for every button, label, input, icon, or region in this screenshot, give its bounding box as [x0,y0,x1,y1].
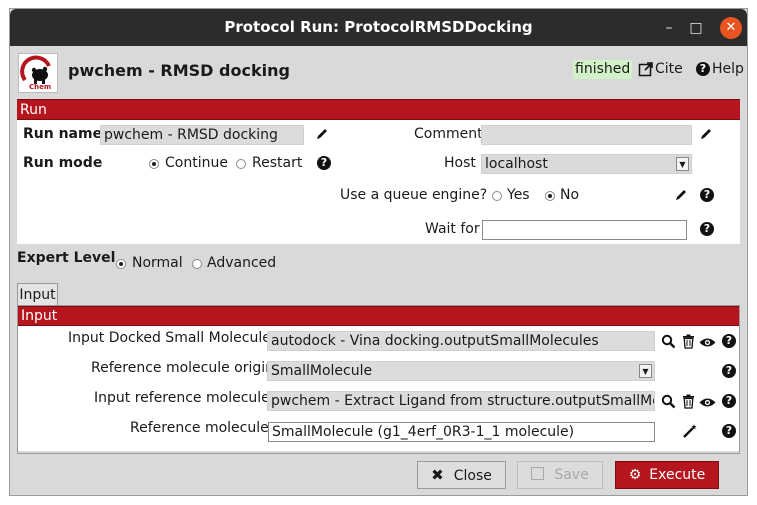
reference-origin-value: SmallMolecule [271,363,373,379]
input-section-header: Input [18,306,739,326]
eye-icon[interactable] [699,336,716,352]
expert-advanced-radio[interactable] [192,259,202,269]
save-button[interactable]: Save [517,461,603,489]
queue-yes-radio[interactable] [492,191,502,201]
host-value: localhost [485,156,548,172]
run-mode-help-icon[interactable]: ? [317,156,331,170]
wait-for-field[interactable] [482,220,687,240]
title-bar[interactable]: Protocol Run: ProtocolRMSDDocking – □ ✕ [10,9,747,46]
maximize-icon[interactable]: □ [685,17,707,39]
protocol-run-window: Protocol Run: ProtocolRMSDDocking – □ ✕ … [9,8,748,496]
magic-wand-icon[interactable] [682,423,698,443]
help-link[interactable]: Help [712,61,744,77]
tab-input[interactable]: Input [17,283,58,306]
queue-help-icon[interactable]: ? [700,188,714,202]
wait-for-help-icon[interactable]: ? [700,222,714,236]
expert-normal-radio[interactable] [116,259,126,269]
help-link-icon[interactable]: ? [696,62,710,76]
edit-run-name-pencil-icon[interactable] [315,127,329,145]
eye-icon[interactable] [699,396,716,412]
cite-link[interactable]: Cite [655,61,683,77]
chevron-down-icon[interactable]: ▼ [639,364,652,378]
logo-text: Chem [29,83,52,91]
reference-molecules-help-icon[interactable]: ? [722,394,736,408]
run-mode-label: Run mode [23,155,103,171]
status-badge: finished [573,60,633,79]
expert-level-label: Expert Level [17,250,116,266]
save-button-label: Save [554,467,589,483]
reference-molecules-field[interactable]: pwchem - Extract Ligand from structure.o… [267,391,655,411]
host-label: Host [444,155,476,171]
close-button[interactable]: ✖ Close [417,461,506,489]
cogs-icon: ⚙ [628,467,642,483]
expert-advanced-label[interactable]: Advanced [207,255,276,271]
run-name-label: Run name [23,126,103,142]
edit-queue-pencil-icon[interactable] [674,188,688,206]
execute-button[interactable]: ⚙ Execute [615,461,719,489]
queue-no-label[interactable]: No [560,187,579,203]
close-window-icon[interactable]: ✕ [720,17,742,39]
search-icon[interactable] [661,334,676,353]
expert-normal-label[interactable]: Normal [132,255,183,271]
run-mode-restart-radio[interactable] [236,159,246,169]
queue-engine-label: Use a queue engine? [340,187,488,203]
trash-icon[interactable] [682,394,695,413]
window-title: Protocol Run: ProtocolRMSDDocking [224,18,533,36]
floppy-disk-icon [531,467,545,480]
protocol-title: pwchem - RMSD docking [68,61,290,80]
run-mode-continue-radio[interactable] [149,159,159,169]
run-section-header: Run [17,99,740,120]
run-mode-restart-label[interactable]: Restart [252,155,302,171]
minimize-icon[interactable]: – [658,17,680,39]
queue-yes-label[interactable]: Yes [507,187,530,203]
chevron-down-icon[interactable]: ▼ [676,157,689,171]
execute-button-label: Execute [649,467,706,483]
docked-molecules-field[interactable]: autodock - Vina docking.outputSmallMolec… [267,331,655,351]
docked-molecules-label: Input Docked Small Molecules: [68,330,283,346]
reference-origin-select[interactable]: SmallMolecule ▼ [267,361,655,381]
queue-no-radio[interactable] [545,191,555,201]
search-icon[interactable] [661,394,676,413]
pwchem-logo: Chem [18,53,58,93]
edit-comment-pencil-icon[interactable] [699,127,713,145]
reference-origin-label: Reference molecule origin: [91,360,279,376]
external-link-icon[interactable] [638,61,654,81]
run-name-field[interactable]: pwchem - RMSD docking [100,125,304,145]
trash-icon[interactable] [682,334,695,353]
reference-molecules-label: Input reference molecules: [94,390,282,406]
close-x-icon: ✖ [431,466,444,484]
wait-for-label: Wait for [425,221,480,237]
comment-field[interactable] [481,125,692,145]
docked-molecules-help-icon[interactable]: ? [722,334,736,348]
reference-molecule-help-icon[interactable]: ? [722,424,736,438]
reference-molecule-label: Reference molecule: [130,420,274,436]
reference-origin-help-icon[interactable]: ? [722,364,736,378]
run-mode-continue-label[interactable]: Continue [165,155,228,171]
close-button-label: Close [453,468,492,484]
reference-molecule-field[interactable]: SmallMolecule (g1_4erf_0R3-1_1 molecule) [268,422,655,442]
comment-label: Comment [414,126,483,142]
host-select[interactable]: localhost ▼ [481,154,692,174]
